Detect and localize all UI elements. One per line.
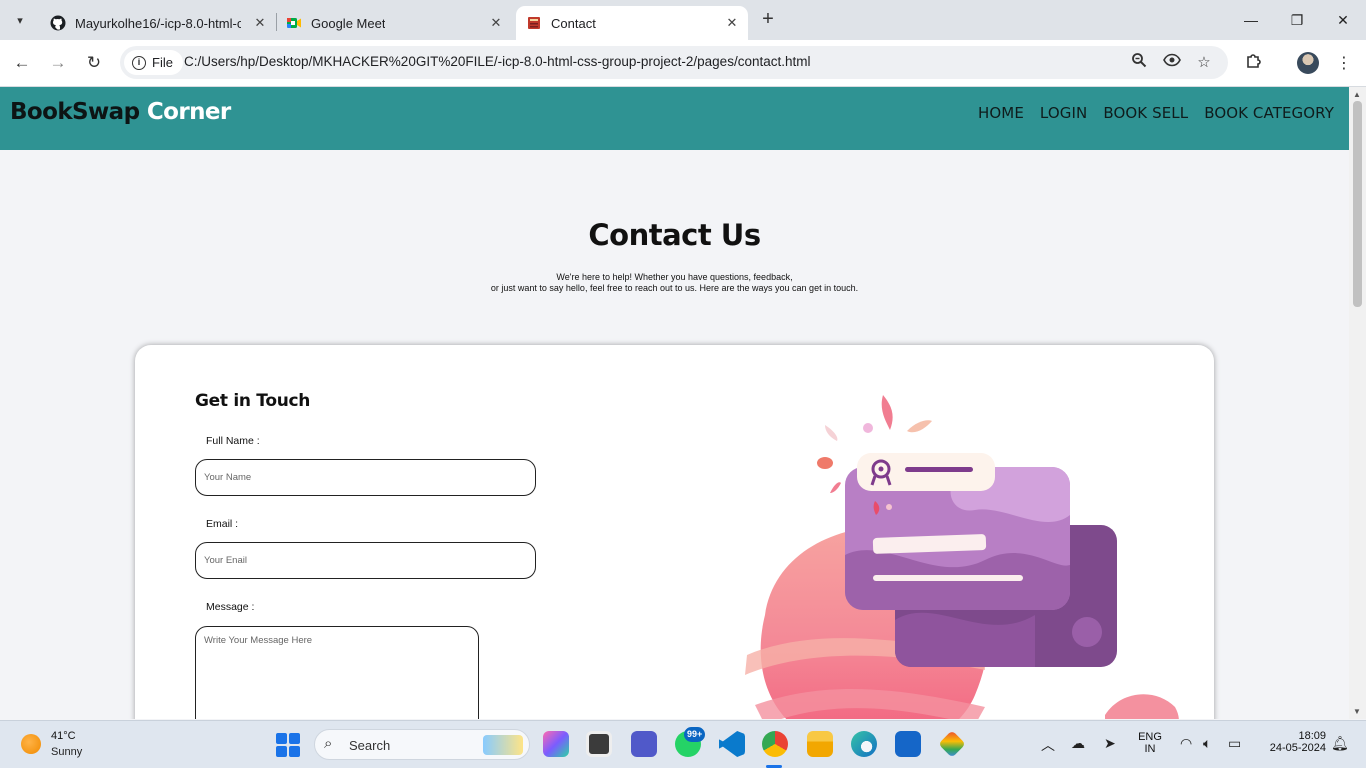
tab-contact[interactable]: Contact ✕: [516, 6, 748, 40]
wifi-icon[interactable]: ◠: [1180, 735, 1192, 752]
new-tab-plus-icon[interactable]: +: [758, 9, 778, 30]
chrome-icon[interactable]: [762, 731, 788, 757]
intro-text: We're here to help! Whether you have que…: [0, 272, 1349, 294]
tab-title: Mayurkolhe16/-icp-8.0-html-css: [75, 15, 241, 31]
file-explorer-icon[interactable]: [807, 731, 833, 757]
tab-google-meet[interactable]: Google Meet ✕: [276, 6, 512, 40]
brand-part-1: BookSwap: [10, 99, 140, 125]
close-tab-icon[interactable]: ✕: [488, 15, 504, 31]
nav-book-sell-link[interactable]: BOOK SELL: [1103, 104, 1188, 122]
extensions-puzzle-icon[interactable]: [1242, 52, 1266, 76]
language-line-2: IN: [1144, 743, 1156, 755]
brand-part-2: Corner: [146, 99, 231, 125]
full-name-input[interactable]: [195, 459, 536, 496]
message-label: Message :: [206, 601, 255, 613]
store-icon[interactable]: [895, 731, 921, 757]
tab-title: Google Meet: [311, 15, 386, 31]
scroll-up-arrow-icon[interactable]: ▲: [1353, 90, 1361, 99]
reload-icon[interactable]: ↻: [82, 52, 106, 76]
forward-arrow-icon[interactable]: →: [46, 52, 70, 76]
language-line-1: ENG: [1138, 731, 1162, 743]
browser-tab-strip: ▾ Mayurkolhe16/-icp-8.0-html-css ✕ Googl…: [0, 0, 1366, 40]
form-heading: Get in Touch: [195, 391, 311, 411]
google-meet-icon: [287, 18, 301, 28]
browser-toolbar: ← → ↻ i File C:/Users/hp/Desktop/MKHACKE…: [0, 40, 1366, 87]
nav-book-category-link[interactable]: BOOK CATEGORY: [1204, 104, 1334, 122]
zoom-icon[interactable]: [1128, 52, 1150, 74]
page-scrollbar[interactable]: ▲ ▼: [1349, 87, 1366, 719]
clock-time: 18:09: [1298, 730, 1326, 742]
site-brand-logo[interactable]: BookSwap Corner: [10, 99, 231, 125]
message-textarea[interactable]: [195, 626, 479, 719]
onedrive-cloud-icon[interactable]: ☁: [1071, 735, 1085, 752]
restore-icon[interactable]: ❐: [1285, 8, 1309, 32]
windows-taskbar: 41°C Sunny ⌕ Search 99+ ︿ ☁ ➤ ENG IN ◠ 🔈…: [0, 720, 1366, 768]
profile-avatar[interactable]: [1297, 52, 1319, 74]
search-highlight-image: [483, 735, 523, 755]
site-header: BookSwap Corner HOME LOGIN BOOK SELL BOO…: [0, 87, 1349, 150]
contact-illustration: [745, 395, 1179, 719]
intro-line-1: We're here to help! Whether you have que…: [556, 272, 793, 282]
github-icon: [50, 15, 66, 31]
volume-icon[interactable]: 🔈︎: [1203, 735, 1211, 752]
full-name-label: Full Name :: [206, 435, 260, 447]
language-indicator[interactable]: ENG IN: [1136, 731, 1164, 755]
email-label: Email :: [206, 518, 239, 530]
notification-bell-icon[interactable]: 🔔︎: [1331, 735, 1349, 752]
edge-icon[interactable]: [851, 731, 877, 757]
terminal-icon[interactable]: [586, 731, 612, 757]
taskbar-search-label: Search: [349, 738, 391, 753]
book-favicon-icon: [528, 17, 540, 29]
windows-start-icon[interactable]: [276, 733, 300, 757]
clock[interactable]: 18:09 24-05-2024: [1258, 730, 1326, 754]
close-tab-icon[interactable]: ✕: [252, 15, 268, 31]
taskbar-search[interactable]: ⌕ Search: [314, 729, 530, 760]
close-window-icon[interactable]: ✕: [1331, 8, 1355, 32]
close-tab-icon[interactable]: ✕: [724, 15, 740, 31]
vscode-icon[interactable]: [719, 731, 745, 757]
weather-condition[interactable]: Sunny: [51, 746, 82, 758]
back-arrow-icon[interactable]: ←: [10, 52, 34, 76]
site-info-chip[interactable]: i File: [124, 50, 183, 75]
site-nav: HOME LOGIN BOOK SELL BOOK CATEGORY: [978, 104, 1334, 122]
scroll-down-arrow-icon[interactable]: ▼: [1353, 707, 1361, 716]
tab-github[interactable]: Mayurkolhe16/-icp-8.0-html-css ✕: [40, 6, 276, 40]
nav-login-link[interactable]: LOGIN: [1040, 104, 1087, 122]
site-chip-label: File: [152, 55, 173, 70]
clock-date: 24-05-2024: [1269, 742, 1326, 754]
info-icon: i: [132, 55, 146, 70]
chevron-up-icon[interactable]: ︿: [1041, 735, 1055, 755]
teams-icon[interactable]: [631, 731, 657, 757]
copilot-icon[interactable]: [543, 731, 569, 757]
address-bar[interactable]: i File C:/Users/hp/Desktop/MKHACKER%20GI…: [120, 46, 1228, 79]
eye-icon[interactable]: [1161, 52, 1183, 74]
weather-temperature[interactable]: 41°C: [51, 730, 76, 742]
whatsapp-unread-badge: 99+: [684, 727, 706, 742]
battery-icon[interactable]: ▭: [1228, 735, 1241, 752]
tab-search-chevron-icon[interactable]: ▾: [8, 8, 32, 32]
location-arrow-icon[interactable]: ➤: [1104, 735, 1116, 752]
intro-line-2: or just want to say hello, feel free to …: [490, 283, 859, 293]
page-title: Contact Us: [588, 218, 761, 252]
email-input[interactable]: [195, 542, 536, 579]
nav-home-link[interactable]: HOME: [978, 104, 1024, 122]
contact-card: Get in Touch Full Name : Email : Message…: [135, 345, 1214, 719]
page-viewport: BookSwap Corner HOME LOGIN BOOK SELL BOO…: [0, 87, 1349, 719]
tab-title: Contact: [551, 15, 596, 31]
app-diamond-icon[interactable]: [938, 730, 966, 758]
scrollbar-thumb[interactable]: [1353, 101, 1362, 307]
url-text[interactable]: C:/Users/hp/Desktop/MKHACKER%20GIT%20FIL…: [184, 54, 810, 69]
more-menu-icon[interactable]: ⋮: [1332, 52, 1356, 76]
bookmark-star-icon[interactable]: ☆: [1193, 52, 1215, 74]
weather-sun-icon[interactable]: [21, 734, 41, 754]
minimize-icon[interactable]: —: [1239, 8, 1263, 32]
search-icon: ⌕: [324, 735, 333, 752]
